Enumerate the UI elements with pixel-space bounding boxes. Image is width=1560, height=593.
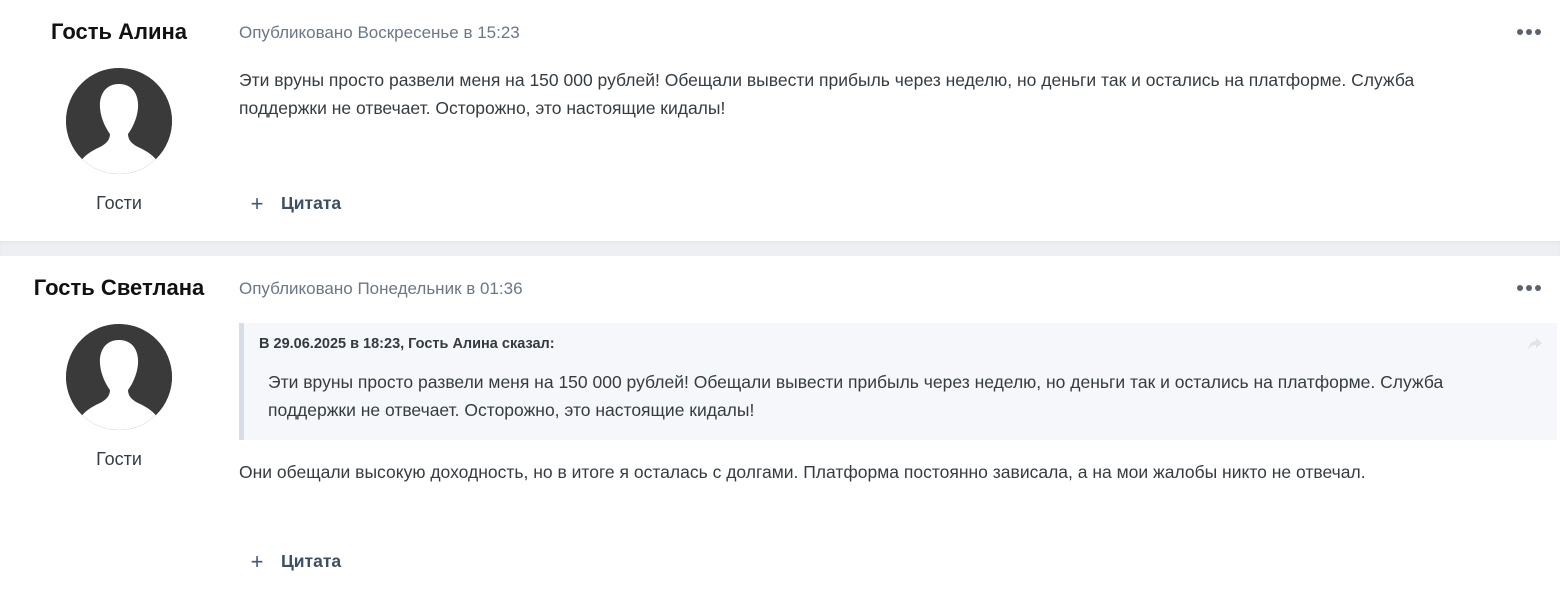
default-user-silhouette-icon <box>66 324 172 430</box>
author-group: Гости <box>96 193 142 213</box>
author-column: Гость Алина Гости <box>0 0 238 214</box>
post-2: Гость Светлана Гости Опубликовано Понеде… <box>0 256 1560 593</box>
quote-button-label: Цитата <box>281 193 342 213</box>
more-options-button[interactable] <box>1517 279 1541 297</box>
author-group: Гости <box>96 449 142 469</box>
post-body: Они обещали высокую доходность, но в ито… <box>239 462 1366 482</box>
quote-button[interactable]: + Цитата <box>246 548 342 574</box>
quote-button-label: Цитата <box>281 551 342 571</box>
default-user-silhouette-icon <box>66 68 172 174</box>
post-1: Гость Алина Гости Опубликовано Воскресен… <box>0 0 1560 241</box>
post-timestamp[interactable]: Опубликовано Воскресенье в 15:23 <box>239 23 1560 43</box>
avatar[interactable] <box>66 68 172 174</box>
quote-body: Эти вруны просто развели меня на 150 000… <box>268 372 1444 420</box>
quote-button[interactable]: + Цитата <box>246 190 342 216</box>
post-body: Эти вруны просто развели меня на 150 000… <box>239 70 1415 118</box>
more-horizontal-icon <box>1517 285 1523 291</box>
post-content: Опубликовано Воскресенье в 15:23 Эти вру… <box>239 0 1560 122</box>
post-content: Опубликовано Понедельник в 01:36 В 29.06… <box>239 256 1560 486</box>
avatar[interactable] <box>66 324 172 430</box>
author-name[interactable]: Гость Алина <box>0 19 238 45</box>
quote-citation[interactable]: В 29.06.2025 в 18:23, Гость Алина сказал… <box>259 335 1537 353</box>
quoted-post: В 29.06.2025 в 18:23, Гость Алина сказал… <box>239 323 1557 440</box>
author-name[interactable]: Гость Светлана <box>0 275 238 301</box>
post-separator <box>0 241 1560 256</box>
share-arrow-icon[interactable] <box>1527 337 1543 351</box>
author-column: Гость Светлана Гости <box>0 256 238 470</box>
more-options-button[interactable] <box>1517 23 1541 41</box>
post-timestamp[interactable]: Опубликовано Понедельник в 01:36 <box>239 279 1560 299</box>
plus-icon: + <box>250 548 264 574</box>
more-horizontal-icon <box>1517 29 1523 35</box>
plus-icon: + <box>250 190 264 216</box>
